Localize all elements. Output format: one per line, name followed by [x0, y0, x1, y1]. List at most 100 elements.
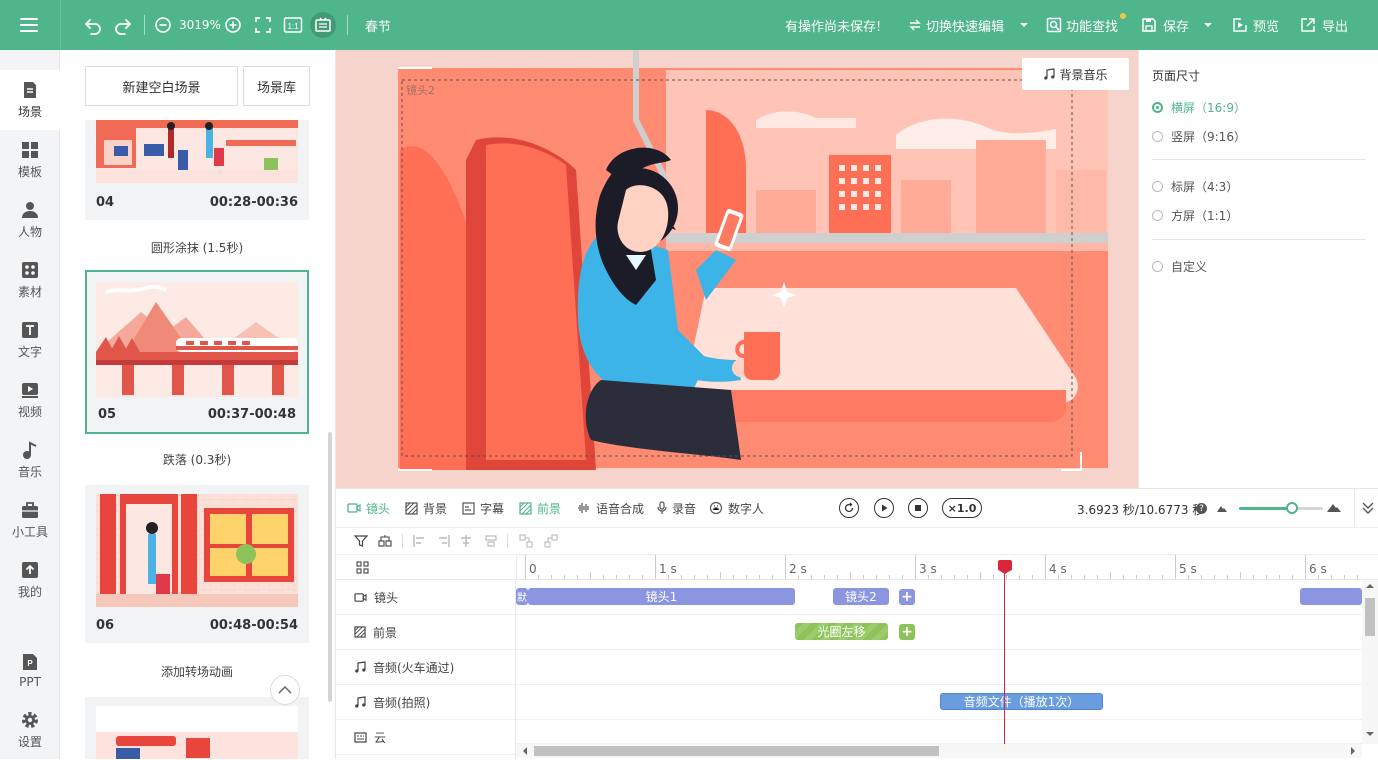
tab-tts[interactable]: 语音合成 — [577, 489, 644, 527]
track-audio-train[interactable] — [516, 650, 1362, 685]
clip-audio-file[interactable]: 音频文件（播放1次） — [940, 693, 1103, 710]
nav-item-template[interactable]: 模板 — [0, 130, 60, 190]
play-icon — [882, 504, 888, 512]
align-right-icon[interactable] — [436, 534, 450, 548]
clip-lens1[interactable]: 镜头1 — [528, 588, 795, 605]
subtitle-toggle-icon[interactable] — [310, 0, 336, 50]
add-lens-button[interactable]: + — [899, 589, 915, 605]
radio-square[interactable]: 方屏（1:1） — [1152, 207, 1238, 224]
track-label-audio-photo[interactable]: 音频(拍照) — [336, 685, 516, 720]
menu-icon[interactable] — [18, 0, 40, 50]
align-left-icon[interactable] — [413, 534, 427, 548]
scene-card-04[interactable]: 04 00:28-00:36 — [85, 120, 309, 220]
fullscreen-icon[interactable] — [254, 0, 272, 50]
track-label-audio-train[interactable]: 音频(火车通过) — [336, 650, 516, 685]
nav-item-music[interactable]: 音乐 — [0, 430, 60, 490]
background-music-button[interactable]: 背景音乐 — [1022, 58, 1129, 90]
timeline-vertical-scrollbar[interactable] — [1362, 580, 1378, 744]
clip-lens2[interactable]: 镜头2 — [833, 588, 889, 605]
scene-library-button[interactable]: 场景库 — [243, 66, 310, 106]
transition-label[interactable]: 跌落 (0.3秒) — [85, 451, 309, 468]
scene-panel-scrollbar[interactable] — [328, 432, 332, 702]
scene-card-05[interactable]: 05 00:37-00:48 — [85, 270, 309, 434]
filter-icon[interactable] — [354, 534, 368, 548]
scene-card-06[interactable]: 06 00:48-00:54 — [85, 485, 309, 643]
ruler-minor-tick — [720, 572, 721, 579]
save-dropdown-icon[interactable] — [1203, 0, 1213, 50]
add-foreground-button[interactable]: + — [899, 624, 915, 640]
zoom-out-mountain-icon[interactable] — [1217, 504, 1227, 512]
merge-icon[interactable] — [519, 534, 533, 548]
clip-lens3[interactable] — [1300, 588, 1362, 605]
notification-dot — [1120, 13, 1126, 19]
track-layout-icon[interactable] — [356, 561, 369, 574]
track-foreground[interactable]: 光圈左移 + — [516, 615, 1362, 650]
nav-item-person[interactable]: 人物 — [0, 190, 60, 250]
playhead[interactable] — [997, 560, 1012, 747]
save-button[interactable]: 保存 — [1141, 0, 1189, 50]
track-cloud[interactable] — [516, 720, 1362, 744]
tab-record[interactable]: 录音 — [657, 489, 696, 527]
distribute-icon[interactable] — [484, 534, 498, 548]
zoom-out-icon[interactable] — [154, 0, 172, 50]
replay-button[interactable] — [839, 498, 859, 518]
track-label-foreground[interactable]: 前景 — [336, 615, 516, 650]
tab-lens[interactable]: 镜头 — [347, 489, 390, 527]
radio-icon — [1152, 181, 1163, 192]
tab-subtitle[interactable]: 字幕 — [462, 489, 504, 527]
tab-digital-human[interactable]: 数字人 — [709, 489, 764, 527]
radio-custom[interactable]: 自定义 — [1152, 258, 1207, 275]
new-blank-scene-button[interactable]: 新建空白场景 — [85, 66, 238, 106]
track-lens[interactable]: 默 镜头1 镜头2 + — [516, 580, 1362, 615]
scrollbar-thumb[interactable] — [534, 746, 939, 756]
play-button[interactable] — [874, 498, 894, 518]
preview-button[interactable]: 预览 — [1232, 0, 1279, 50]
radio-portrait[interactable]: 竖屏（9:16） — [1152, 128, 1246, 145]
tab-background[interactable]: 背景 — [405, 489, 447, 527]
scrollbar-thumb[interactable] — [1365, 598, 1375, 636]
undo-icon[interactable] — [83, 0, 103, 50]
quick-edit-button[interactable]: 切换快速编辑 — [908, 0, 1004, 50]
nav-item-scene[interactable]: 场景 — [0, 70, 60, 130]
radio-landscape[interactable]: 横屏（16:9） — [1152, 99, 1246, 116]
scroll-down-icon — [1366, 732, 1374, 736]
playhead-handle[interactable] — [997, 560, 1012, 574]
slider-handle[interactable] — [1286, 502, 1298, 514]
split-icon[interactable] — [544, 534, 558, 548]
timeline-horizontal-scrollbar[interactable] — [516, 744, 1362, 758]
actual-size-icon[interactable]: 1:1 — [283, 0, 303, 50]
track-audio-photo[interactable]: 音频文件（播放1次） — [516, 685, 1362, 720]
collapse-chevron-icon[interactable] — [1362, 501, 1374, 515]
nav-item-toolbox[interactable]: 小工具 — [0, 490, 60, 550]
nav-item-video[interactable]: 视频 — [0, 370, 60, 430]
clip-foreground-light-left[interactable]: 光圈左移 — [795, 623, 888, 640]
quick-edit-dropdown-icon[interactable] — [1019, 0, 1029, 50]
nav-item-ppt[interactable]: P PPT — [0, 640, 60, 700]
clip-default[interactable]: 默 — [516, 588, 528, 605]
nav-item-settings[interactable]: 设置 — [0, 700, 60, 760]
group-icon[interactable] — [378, 534, 392, 548]
zoom-in-icon[interactable] — [224, 0, 242, 50]
track-label-cloud[interactable]: 云 — [336, 720, 516, 755]
nav-item-mine[interactable]: 我的 — [0, 550, 60, 610]
feature-search-button[interactable]: 功能查找 — [1046, 0, 1126, 50]
scene-card-07[interactable] — [85, 697, 309, 759]
export-button[interactable]: 导出 — [1300, 0, 1348, 50]
timeline-ruler[interactable]: 0 1 s 2 s 3 s 4 s 5 s 6 s — [516, 555, 1362, 579]
radio-standard[interactable]: 标屏（4:3） — [1152, 178, 1238, 195]
redo-icon[interactable] — [113, 0, 133, 50]
stop-button[interactable] — [908, 498, 928, 518]
align-center-icon[interactable] — [459, 534, 473, 548]
nav-item-text[interactable]: 文字 — [0, 310, 60, 370]
transition-label[interactable]: 圆形涂抹 (1.5秒) — [85, 239, 309, 256]
help-icon[interactable]: ? — [1196, 503, 1207, 514]
speed-button[interactable]: ×1.0 — [942, 498, 982, 518]
scroll-top-button[interactable] — [270, 675, 300, 705]
tab-foreground[interactable]: 前景 — [519, 489, 561, 527]
zoom-in-mountain-icon[interactable] — [1327, 502, 1341, 512]
timeline-zoom-slider[interactable] — [1239, 502, 1323, 514]
stage-canvas[interactable]: 镜头2 背景音乐 — [336, 50, 1138, 488]
track-label-lens[interactable]: 镜头 — [336, 580, 516, 615]
project-title[interactable]: 春节 — [365, 0, 391, 50]
nav-item-material[interactable]: 素材 — [0, 250, 60, 310]
